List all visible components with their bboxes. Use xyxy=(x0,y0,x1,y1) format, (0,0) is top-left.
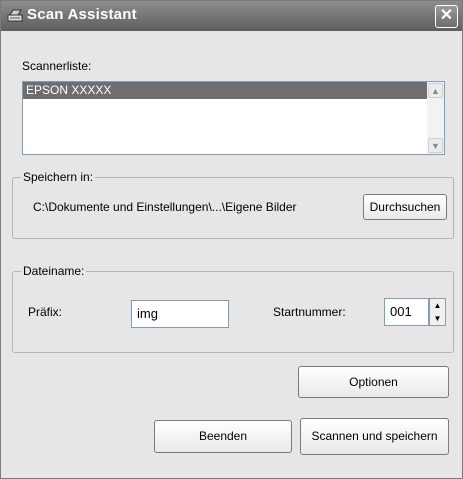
start-number-spinner[interactable]: ▲ ▼ xyxy=(429,298,446,326)
scanner-icon xyxy=(7,9,23,22)
save-in-legend: Speichern in: xyxy=(21,170,96,184)
window-title: Scan Assistant xyxy=(27,6,137,23)
options-button[interactable]: Optionen xyxy=(298,366,449,398)
browse-button[interactable]: Durchsuchen xyxy=(363,194,447,220)
vertical-scrollbar[interactable]: ▲ ▼ xyxy=(427,82,444,154)
prefix-label: Präfix: xyxy=(28,305,63,319)
scan-and-save-button[interactable]: Scannen und speichern xyxy=(300,418,449,455)
scanner-list-label: Scannerliste: xyxy=(22,59,92,73)
chevron-up-icon[interactable]: ▲ xyxy=(428,83,443,98)
scanner-listbox[interactable]: EPSON XXXXX ▲ ▼ xyxy=(22,81,445,155)
list-item[interactable]: EPSON XXXXX xyxy=(23,82,427,99)
save-path-text: C:\Dokumente und Einstellungen\...\Eigen… xyxy=(33,200,297,214)
filename-legend: Dateiname: xyxy=(21,264,87,278)
start-number-input[interactable]: 001 xyxy=(384,298,429,326)
chevron-down-icon[interactable]: ▼ xyxy=(428,138,443,153)
scan-assistant-window: Scan Assistant ✕ Scannerliste: EPSON XXX… xyxy=(0,0,463,479)
quit-button[interactable]: Beenden xyxy=(154,420,292,453)
triangle-down-icon[interactable]: ▼ xyxy=(430,312,445,325)
start-number-label: Startnummer: xyxy=(273,305,346,319)
triangle-up-icon[interactable]: ▲ xyxy=(430,299,445,312)
title-bar[interactable]: Scan Assistant ✕ xyxy=(1,1,462,31)
prefix-input[interactable]: img xyxy=(131,300,229,328)
close-icon[interactable]: ✕ xyxy=(435,5,458,28)
